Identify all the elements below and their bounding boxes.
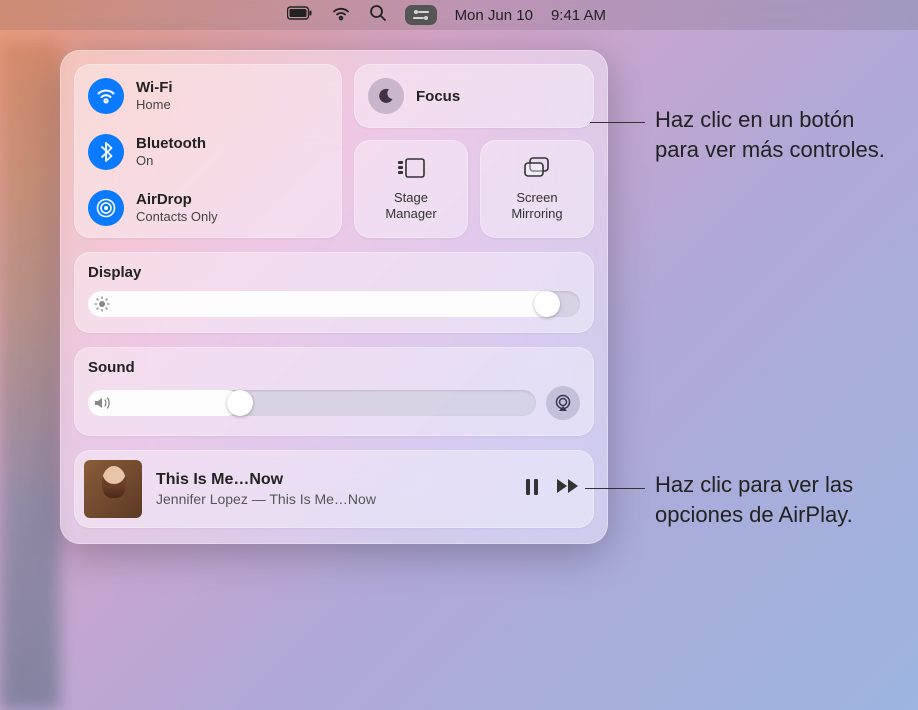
menubar-date[interactable]: Mon Jun 10	[455, 7, 533, 24]
connectivity-module[interactable]: Wi-Fi Home Bluetooth On	[74, 64, 342, 238]
now-playing-subtitle: Jennifer Lopez — This Is Me…Now	[156, 490, 510, 509]
callout-line	[590, 122, 645, 123]
stage-manager-icon	[396, 157, 426, 184]
stage-manager-tile[interactable]: Stage Manager	[354, 140, 468, 238]
now-playing-module[interactable]: This Is Me…Now Jennifer Lopez — This Is …	[74, 450, 594, 528]
bluetooth-status: On	[136, 153, 206, 169]
bluetooth-row[interactable]: Bluetooth On	[88, 134, 328, 170]
now-playing-title: This Is Me…Now	[156, 469, 510, 491]
moon-icon	[368, 78, 404, 114]
callout-airplay: Haz clic para ver las opciones de AirPla…	[655, 470, 895, 529]
volume-icon	[94, 396, 112, 410]
menubar: Mon Jun 10 9:41 AM	[0, 0, 918, 30]
stage-manager-label: Stage Manager	[385, 190, 436, 221]
wifi-row[interactable]: Wi-Fi Home	[88, 78, 328, 114]
airdrop-row[interactable]: AirDrop Contacts Only	[88, 190, 328, 226]
album-art	[84, 460, 142, 518]
control-center-icon[interactable]	[405, 5, 437, 25]
wifi-status: Home	[136, 97, 173, 113]
sound-slider[interactable]	[88, 390, 536, 416]
display-module: Display	[74, 252, 594, 333]
airdrop-title: AirDrop	[136, 191, 218, 210]
spotlight-icon[interactable]	[369, 4, 387, 26]
wifi-title: Wi-Fi	[136, 79, 173, 98]
callout-line	[585, 488, 645, 489]
bluetooth-title: Bluetooth	[136, 135, 206, 154]
wifi-icon	[88, 78, 124, 114]
wifi-icon	[331, 6, 351, 25]
screen-mirroring-icon	[523, 157, 551, 184]
next-track-button[interactable]	[556, 478, 580, 501]
sound-title: Sound	[88, 359, 580, 376]
sound-module: Sound	[74, 347, 594, 436]
screen-mirroring-label: Screen Mirroring	[511, 190, 562, 221]
desktop-background-slice	[0, 40, 60, 710]
airdrop-status: Contacts Only	[136, 209, 218, 225]
menubar-time[interactable]: 9:41 AM	[551, 7, 606, 24]
display-title: Display	[88, 264, 580, 281]
pause-button[interactable]	[524, 478, 540, 501]
brightness-icon	[94, 296, 110, 312]
airdrop-icon	[88, 190, 124, 226]
airplay-audio-button[interactable]	[546, 386, 580, 420]
focus-label: Focus	[416, 88, 460, 105]
control-center-panel: Wi-Fi Home Bluetooth On	[60, 50, 608, 544]
callout-focus: Haz clic en un botón para ver más contro…	[655, 105, 895, 164]
display-slider[interactable]	[88, 291, 580, 317]
bluetooth-icon	[88, 134, 124, 170]
battery-icon	[287, 6, 313, 24]
focus-tile[interactable]: Focus	[354, 64, 594, 128]
screen-mirroring-tile[interactable]: Screen Mirroring	[480, 140, 594, 238]
